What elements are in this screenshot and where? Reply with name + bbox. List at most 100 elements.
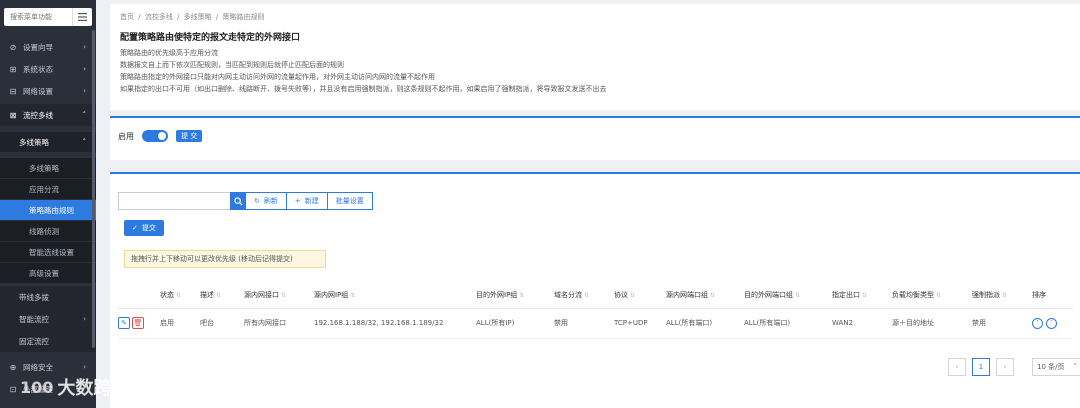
menu-search[interactable] — [4, 8, 92, 26]
chevron-right-icon: › — [83, 43, 86, 51]
refresh-button[interactable]: ↻ 刷新 — [246, 192, 287, 210]
chevron-down-icon: ˅ — [1073, 363, 1078, 371]
cell-src-interface: 所有内网接口 — [244, 308, 314, 339]
move-up-icon[interactable]: ˄ — [1032, 317, 1043, 329]
cell-src-port: ALL(所有端口) — [666, 308, 744, 339]
col-desc[interactable]: 描述 ⇅ — [200, 282, 244, 309]
chevron-right-icon: › — [83, 65, 86, 73]
col-protocol[interactable]: 协议 ⇅ — [614, 282, 666, 309]
cell-force: 禁用 — [972, 308, 1032, 339]
sidebar-item-network-settings[interactable]: ⊟ 网络设置 › — [0, 80, 96, 102]
prev-page-button[interactable]: ‹ — [948, 358, 966, 376]
sort-icon: ⇅ — [710, 291, 716, 299]
cell-dst-ip: ALL(所有IP) — [476, 308, 554, 339]
sort-icon: ⇅ — [862, 291, 868, 299]
edit-icon[interactable]: ✎ — [118, 317, 130, 329]
sidebar-item-setup-wizard[interactable]: ⊘ 设置向导 › — [0, 36, 96, 58]
table-row[interactable]: ✎ 🗑 启用 吧台 所有内网接口 192.168.1.188/32, 192.16… — [118, 308, 1073, 339]
search-icon[interactable] — [230, 192, 246, 210]
cell-dst-port: ALL(所有端口) — [744, 308, 832, 339]
toolbar: ↻ 刷新 + 新建 批量设置 — [118, 192, 373, 210]
cell-status: 启用 — [160, 308, 200, 339]
col-src-ip[interactable]: 源内网IP组 ⇅ — [314, 282, 476, 309]
chevron-right-icon: › — [83, 315, 86, 323]
sidebar-leaf-policy-route[interactable]: 策略路由规则 — [0, 200, 96, 220]
cell-src-ip: 192.168.1.188/32, 192.168.1.189/32 — [314, 308, 476, 339]
sidebar-subgroup-multiline[interactable]: 多线策略 ˄ — [0, 132, 96, 152]
pagination: ‹ 1 › 10 条/页 ˅ — [948, 358, 1080, 376]
sort-icon: ⇅ — [795, 291, 801, 299]
col-src-port[interactable]: 源内网端口组 ⇅ — [666, 282, 744, 309]
cell-desc: 吧台 — [200, 308, 244, 339]
watermark-logo: 100 — [20, 377, 54, 397]
hamburger-icon[interactable] — [72, 8, 92, 26]
col-src-interface[interactable]: 源内网接口 ⇅ — [244, 282, 314, 309]
sort-icon: ⇅ — [281, 291, 287, 299]
enable-panel: 启用 提 交 — [110, 116, 1080, 160]
description-line: 数据报文自上而下依次匹配规则，当匹配到规则后就停止匹配后面的规则 — [120, 61, 344, 69]
refresh-icon: ↻ — [254, 197, 260, 205]
menu-search-input[interactable] — [4, 9, 72, 25]
sort-icon: ⇅ — [584, 291, 590, 299]
breadcrumb-multiline[interactable]: 多线策略 — [184, 13, 212, 21]
col-dst-ip[interactable]: 目的外网IP组 ⇅ — [476, 282, 554, 309]
sort-icon: ⇅ — [519, 291, 525, 299]
sort-icon: ⇅ — [350, 291, 356, 299]
trash-icon[interactable]: 🗑 — [132, 317, 144, 329]
batch-settings-button[interactable]: 批量设置 — [327, 192, 373, 210]
page-number[interactable]: 1 — [972, 358, 990, 376]
col-exit[interactable]: 指定出口 ⇅ — [832, 282, 892, 309]
breadcrumb-flow[interactable]: 流控多线 — [145, 13, 173, 21]
move-down-icon[interactable]: ˅ — [1046, 317, 1057, 329]
sidebar-item-flow-control[interactable]: ⊠ 流控多线 ˄ — [0, 104, 96, 126]
enable-row: 启用 提 交 — [118, 130, 203, 142]
enable-toggle[interactable] — [142, 130, 168, 142]
add-button[interactable]: + 新建 — [286, 192, 328, 210]
sidebar-leaf-app-split[interactable]: 应用分流 — [0, 179, 96, 199]
col-force[interactable]: 强制指派 ⇅ — [972, 282, 1032, 309]
sidebar-leaf-multiline-policy[interactable]: 多线策略 — [0, 158, 96, 178]
chevron-up-icon: ˄ — [82, 111, 87, 119]
sort-icon: ⇅ — [176, 291, 182, 299]
enable-submit-button[interactable]: 提 交 — [176, 130, 203, 142]
watermark: 100 大数跨境 — [20, 377, 130, 400]
submit-button[interactable]: ✓ 提交 — [124, 220, 164, 236]
info-panel: 首页 / 流控多线 / 多线策略 / 策略路由规则 配置策略路由使特定的报文走特… — [110, 4, 1080, 110]
breadcrumb-current: 策略路由规则 — [222, 13, 265, 21]
rules-panel: ↻ 刷新 + 新建 批量设置 ✓ 提交 拖拽行并上下移动可以更改优先级 (移动后… — [110, 172, 1080, 408]
sort-icon: ⇅ — [1002, 291, 1008, 299]
sidebar-item-system-status[interactable]: ⊞ 系统状态 › — [0, 58, 96, 80]
col-status[interactable]: 状态 ⇅ — [160, 282, 200, 309]
sidebar-scrollbar[interactable] — [92, 30, 95, 348]
description-line: 如果指定的出口不可用（如出口删除、线路断开、拨号失败等），并且没有启用强制指派，… — [120, 85, 607, 93]
chart-icon: ⊞ — [9, 64, 17, 74]
cell-domain: 禁用 — [554, 308, 614, 339]
sidebar-item-smart-flow[interactable]: 智能流控 › — [0, 308, 96, 330]
folder-icon: ⊡ — [9, 384, 17, 394]
sidebar: ⊘ 设置向导 › ⊞ 系统状态 › ⊟ 网络设置 › ⊠ 流控多线 ˄ 多线策略… — [0, 0, 96, 408]
sort-icon: ⇅ — [936, 291, 942, 299]
search-input[interactable] — [118, 192, 230, 210]
drag-hint-banner: 拖拽行并上下移动可以更改优先级 (移动后记得提交) — [124, 250, 326, 268]
col-dst-port[interactable]: 目的外网端口组 ⇅ — [744, 282, 832, 309]
col-lb-type[interactable]: 负载均衡类型 ⇅ — [892, 282, 972, 309]
col-domain[interactable]: 域名分流 ⇅ — [554, 282, 614, 309]
sort-icon: ⇅ — [630, 291, 636, 299]
description-line: 策略路由的优先级高于应用分流 — [120, 49, 218, 57]
breadcrumb-home[interactable]: 首页 — [120, 13, 134, 21]
table-header-row: 状态 ⇅ 描述 ⇅ 源内网接口 ⇅ 源内网IP组 ⇅ 目的外网IP组 ⇅ 域名分流 ⇅ 协议… — [118, 282, 1073, 309]
sidebar-leaf-smart-select[interactable]: 智能选线设置 — [0, 242, 96, 262]
sidebar-leaf-line-detect[interactable]: 线路侦测 — [0, 221, 96, 241]
network-icon: ⊟ — [9, 86, 17, 96]
sidebar-leaf-advanced[interactable]: 高级设置 — [0, 263, 96, 283]
next-page-button[interactable]: › — [996, 358, 1014, 376]
description-line: 策略路由指定的外网接口只能对内网主动访问外网的流量起作用，对外网主动访问内网的流… — [120, 73, 435, 81]
main-content: 首页 / 流控多线 / 多线策略 / 策略路由规则 配置策略路由使特定的报文走特… — [110, 0, 1080, 408]
page-size-select[interactable]: 10 条/页 ˅ — [1032, 358, 1080, 376]
sidebar-item-fixed-flow[interactable]: 固定流控 — [0, 330, 96, 352]
sidebar-item-multi-dial[interactable]: 带线多拨 — [0, 286, 96, 308]
chevron-right-icon: › — [83, 363, 86, 371]
cell-lb-type: 源＋目的地址 — [892, 308, 972, 339]
chevron-right-icon: › — [83, 87, 86, 95]
breadcrumb: 首页 / 流控多线 / 多线策略 / 策略路由规则 — [120, 13, 265, 21]
